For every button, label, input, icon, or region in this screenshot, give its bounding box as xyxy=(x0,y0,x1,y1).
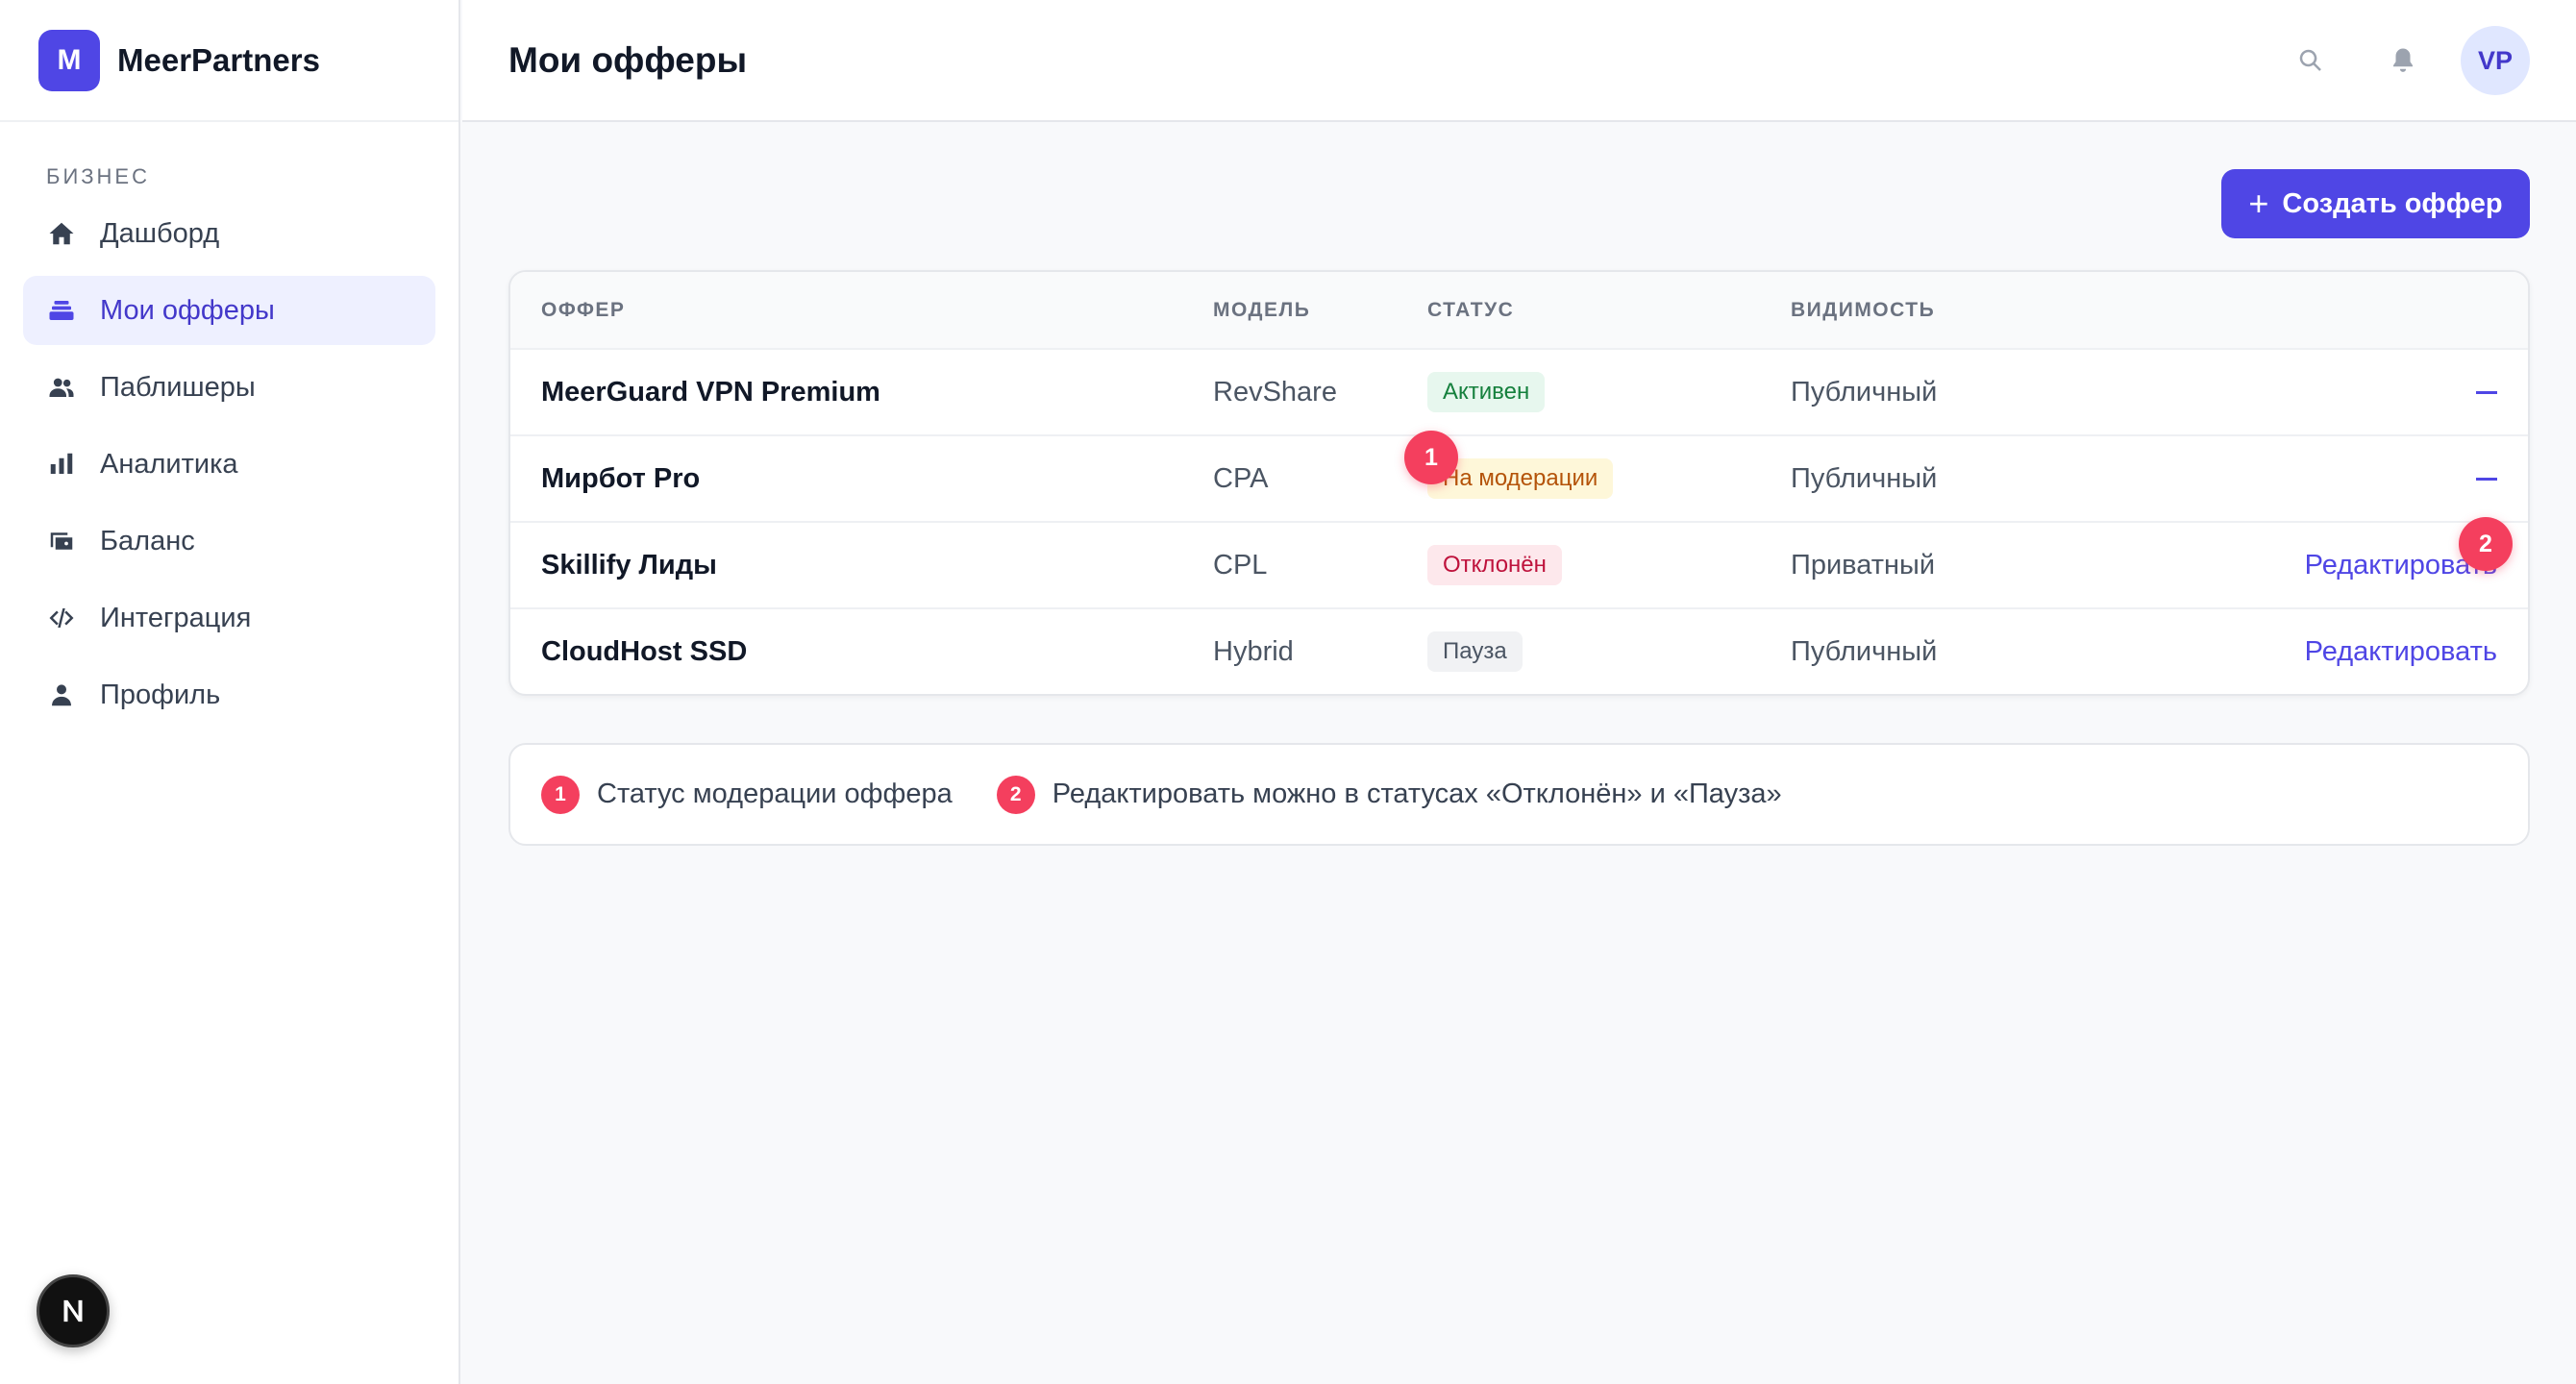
offer-name: Мирбот Pro xyxy=(541,462,701,494)
wallet-icon xyxy=(44,524,79,558)
legend-item: 2 Редактировать можно в статусах «Отклон… xyxy=(996,775,1782,814)
offer-visibility: Публичный xyxy=(1791,635,1938,667)
home-icon xyxy=(44,216,79,251)
legend-number: 2 xyxy=(996,775,1035,814)
column-header-offer: ОФФЕР xyxy=(541,299,626,321)
sidebar-item-profile[interactable]: Профиль xyxy=(23,660,435,729)
action-cell xyxy=(2476,350,2497,434)
column-header-visibility: ВИДИМОСТЬ xyxy=(1791,299,1936,321)
offer-name: MeerGuard VPN Premium xyxy=(541,376,880,408)
sidebar-item-label: Интеграция xyxy=(100,602,252,633)
sidebar-item-label: Баланс xyxy=(100,525,195,556)
edit-offer-link[interactable]: Редактировать xyxy=(2305,609,2497,694)
offer-visibility: Публичный xyxy=(1791,462,1938,494)
bell-icon[interactable] xyxy=(2368,26,2438,95)
sidebar-item-label: Мои офферы xyxy=(100,294,275,326)
avatar[interactable]: VP xyxy=(2461,26,2530,95)
sidebar-item-balance[interactable]: Баланс xyxy=(23,507,435,576)
next-dev-badge[interactable] xyxy=(37,1274,110,1347)
next-logo-icon xyxy=(63,1299,83,1322)
table-header: ОФФЕР МОДЕЛЬ СТАТУС ВИДИМОСТЬ xyxy=(510,272,2528,350)
annotation-marker-2: 2 xyxy=(2459,517,2513,571)
status-cell: Отклонён xyxy=(1427,523,1562,607)
annotation-legend: 1 Статус модерации оффера 2 Редактироват… xyxy=(508,743,2530,846)
sidebar-item-label: Паблишеры xyxy=(100,371,256,403)
sidebar-section-label: БИЗНЕС xyxy=(46,164,150,188)
offer-visibility: Приватный xyxy=(1791,549,1936,581)
top-bar: Мои офферы VP xyxy=(462,0,2576,122)
sidebar-item-label: Дашборд xyxy=(100,217,220,249)
offer-model: CPA xyxy=(1213,462,1269,494)
status-badge: Отклонён xyxy=(1427,545,1562,585)
legend-text: Статус модерации оффера xyxy=(597,778,953,809)
offer-model: CPL xyxy=(1213,549,1268,581)
sidebar-nav: Дашборд Мои офферы Паблишеры Аналитика Б… xyxy=(0,199,458,729)
offers-table: ОФФЕР МОДЕЛЬ СТАТУС ВИДИМОСТЬ MeerGuard … xyxy=(508,270,2530,696)
legend-number: 1 xyxy=(541,775,580,814)
column-header-model: МОДЕЛЬ xyxy=(1213,299,1311,321)
search-icon[interactable] xyxy=(2276,26,2345,95)
legend-text: Редактировать можно в статусах «Отклонён… xyxy=(1052,778,1782,809)
table-row[interactable]: Мирбот Pro CPA На модерации Публичный xyxy=(510,436,2528,523)
brand-logo: M xyxy=(38,29,100,91)
bar-chart-icon xyxy=(44,447,79,482)
create-offer-label: Создать оффер xyxy=(2282,187,2503,219)
action-cell xyxy=(2476,436,2497,521)
sidebar-item-my-offers[interactable]: Мои офферы xyxy=(23,276,435,345)
code-icon xyxy=(44,601,79,635)
sidebar-item-integration[interactable]: Интеграция xyxy=(23,583,435,653)
legend-item: 1 Статус модерации оффера xyxy=(541,775,953,814)
status-badge: Активен xyxy=(1427,372,1546,412)
no-action-dash xyxy=(2476,390,2497,394)
status-badge: Пауза xyxy=(1427,631,1523,672)
table-row[interactable]: CloudHost SSD Hybrid Пауза Публичный Ред… xyxy=(510,609,2528,694)
brand-name: MeerPartners xyxy=(117,41,320,78)
table-row[interactable]: MeerGuard VPN Premium RevShare Активен П… xyxy=(510,350,2528,436)
sidebar-item-dashboard[interactable]: Дашборд xyxy=(23,199,435,268)
table-row[interactable]: Skillify Лиды CPL Отклонён Приватный Ред… xyxy=(510,523,2528,609)
sidebar: M MeerPartners БИЗНЕС Дашборд Мои офферы… xyxy=(0,0,460,1384)
stack-icon xyxy=(44,293,79,328)
column-header-status: СТАТУС xyxy=(1427,299,1515,321)
status-cell: Пауза xyxy=(1427,609,1523,694)
top-actions: VP xyxy=(2253,26,2530,95)
offer-name: CloudHost SSD xyxy=(541,635,748,667)
offer-visibility: Публичный xyxy=(1791,376,1938,408)
plus-icon: + xyxy=(2248,184,2269,223)
offer-name: Skillify Лиды xyxy=(541,549,717,581)
page-title: Мои офферы xyxy=(508,39,748,80)
no-action-dash xyxy=(2476,477,2497,481)
offer-model: RevShare xyxy=(1213,376,1337,408)
user-icon xyxy=(44,678,79,712)
create-offer-button[interactable]: + Создать оффер xyxy=(2221,169,2530,238)
status-cell: Активен xyxy=(1427,350,1546,434)
sidebar-item-analytics[interactable]: Аналитика xyxy=(23,430,435,499)
brand[interactable]: M MeerPartners xyxy=(0,0,458,122)
users-icon xyxy=(44,370,79,405)
annotation-marker-1: 1 xyxy=(1404,431,1458,484)
sidebar-item-label: Профиль xyxy=(100,679,221,710)
offer-model: Hybrid xyxy=(1213,635,1294,667)
sidebar-item-publishers[interactable]: Паблишеры xyxy=(23,353,435,422)
sidebar-item-label: Аналитика xyxy=(100,448,238,480)
